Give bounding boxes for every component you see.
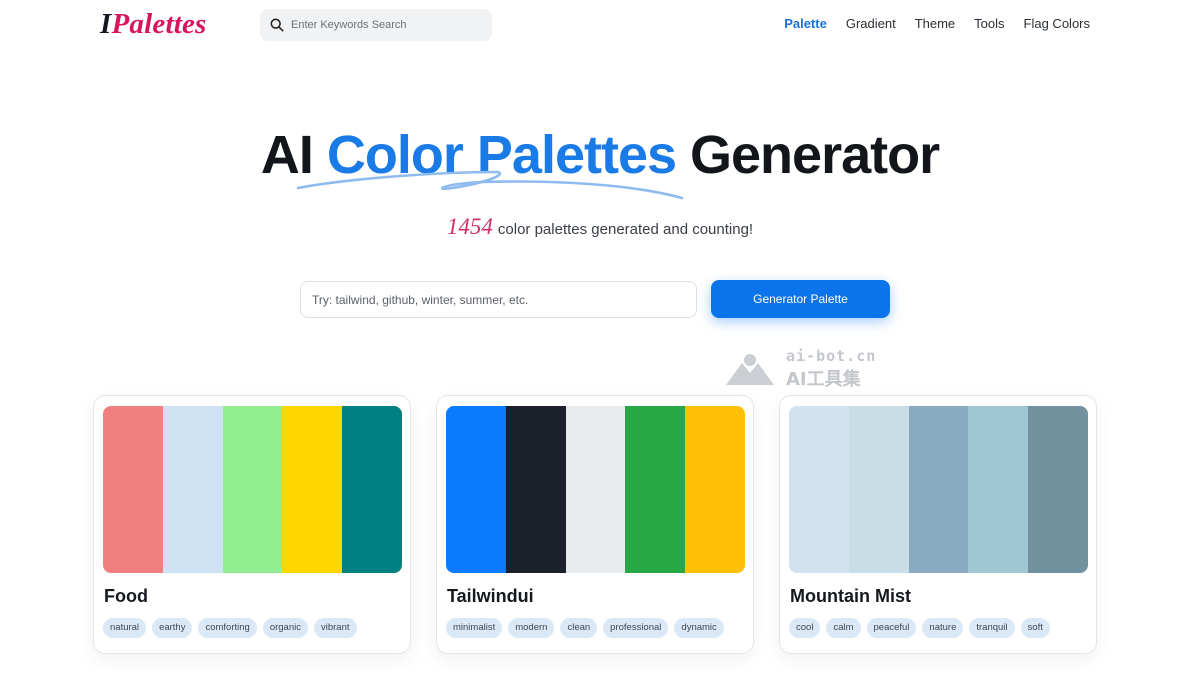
color-swatch[interactable] xyxy=(103,406,163,573)
tag[interactable]: modern xyxy=(508,618,555,638)
palette-title[interactable]: Mountain Mist xyxy=(790,586,911,607)
main-nav: Palette Gradient Theme Tools Flag Colors xyxy=(784,16,1090,31)
tag[interactable]: comforting xyxy=(198,618,257,638)
color-swatch[interactable] xyxy=(282,406,343,573)
nav-flag-colors[interactable]: Flag Colors xyxy=(1024,16,1090,31)
palette-tags: minimalist modern clean professional dyn… xyxy=(446,618,724,638)
color-swatch[interactable] xyxy=(505,406,566,573)
palette-count: 1454 xyxy=(446,214,493,239)
palette-swatches[interactable] xyxy=(103,406,402,573)
tag[interactable]: minimalist xyxy=(446,618,503,638)
palette-tags: natural earthy comforting organic vibran… xyxy=(103,618,357,638)
color-swatch[interactable] xyxy=(1028,406,1088,573)
palette-title[interactable]: Food xyxy=(104,586,148,607)
palette-keyword-input[interactable] xyxy=(300,281,697,318)
color-swatch[interactable] xyxy=(342,406,402,573)
logo-text: Palettes xyxy=(111,8,207,40)
tag[interactable]: soft xyxy=(1020,618,1050,638)
tag[interactable]: tranquil xyxy=(969,618,1015,638)
watermark: ai-bot.cn AI工具集 xyxy=(722,347,902,391)
tag[interactable]: clean xyxy=(560,618,598,638)
watermark-logo-icon xyxy=(726,354,774,385)
tag[interactable]: vibrant xyxy=(314,618,357,638)
palette-tags: cool calm peaceful nature tranquil soft xyxy=(789,618,1050,638)
tag[interactable]: earthy xyxy=(152,618,193,638)
hero-title-accent: Color Palettes xyxy=(326,125,677,185)
color-swatch[interactable] xyxy=(222,406,283,573)
tag[interactable]: organic xyxy=(262,618,308,638)
palette-card-tailwindui[interactable]: Tailwindui minimalist modern clean profe… xyxy=(436,395,754,654)
search-input[interactable] xyxy=(291,19,481,31)
palette-card-mountain-mist[interactable]: Mountain Mist cool calm peaceful nature … xyxy=(779,395,1097,654)
watermark-name: AI工具集 xyxy=(786,369,861,390)
palette-card-food[interactable]: Food natural earthy comforting organic v… xyxy=(93,395,411,654)
watermark-url: ai-bot.cn xyxy=(786,347,877,365)
tag[interactable]: professional xyxy=(603,618,669,638)
nav-tools[interactable]: Tools xyxy=(974,16,1004,31)
hero-title: AI Color Palettes Generator xyxy=(0,124,1200,186)
palette-counter: 1454 color palettes generated and countin… xyxy=(0,214,1200,240)
tag[interactable]: calm xyxy=(826,618,861,638)
search-icon xyxy=(270,18,284,32)
search-box[interactable] xyxy=(260,9,492,41)
palette-count-text: color palettes generated and counting! xyxy=(497,221,754,238)
tag[interactable]: peaceful xyxy=(866,618,917,638)
color-swatch[interactable] xyxy=(908,406,969,573)
color-swatch[interactable] xyxy=(162,406,223,573)
tag[interactable]: dynamic xyxy=(674,618,724,638)
tag[interactable]: nature xyxy=(922,618,964,638)
color-swatch[interactable] xyxy=(565,406,626,573)
palette-title[interactable]: Tailwindui xyxy=(447,586,534,607)
tag[interactable]: natural xyxy=(103,618,147,638)
header: IPalettes Palette Gradient Theme Tools F… xyxy=(0,0,1200,52)
color-swatch[interactable] xyxy=(685,406,745,573)
nav-palette[interactable]: Palette xyxy=(784,16,827,31)
color-swatch[interactable] xyxy=(446,406,506,573)
color-swatch[interactable] xyxy=(848,406,909,573)
hero-title-after: Generator xyxy=(676,125,940,185)
palette-swatches[interactable] xyxy=(789,406,1088,573)
color-swatch[interactable] xyxy=(968,406,1029,573)
nav-theme[interactable]: Theme xyxy=(915,16,955,31)
nav-gradient[interactable]: Gradient xyxy=(846,16,896,31)
palette-swatches[interactable] xyxy=(446,406,745,573)
logo-initial: I xyxy=(100,8,112,40)
color-swatch[interactable] xyxy=(625,406,686,573)
tag[interactable]: cool xyxy=(789,618,821,638)
hero-title-before: AI xyxy=(260,125,327,185)
color-swatch[interactable] xyxy=(789,406,849,573)
logo[interactable]: IPalettes xyxy=(100,8,207,41)
generator-palette-button[interactable]: Generator Palette xyxy=(711,280,890,318)
